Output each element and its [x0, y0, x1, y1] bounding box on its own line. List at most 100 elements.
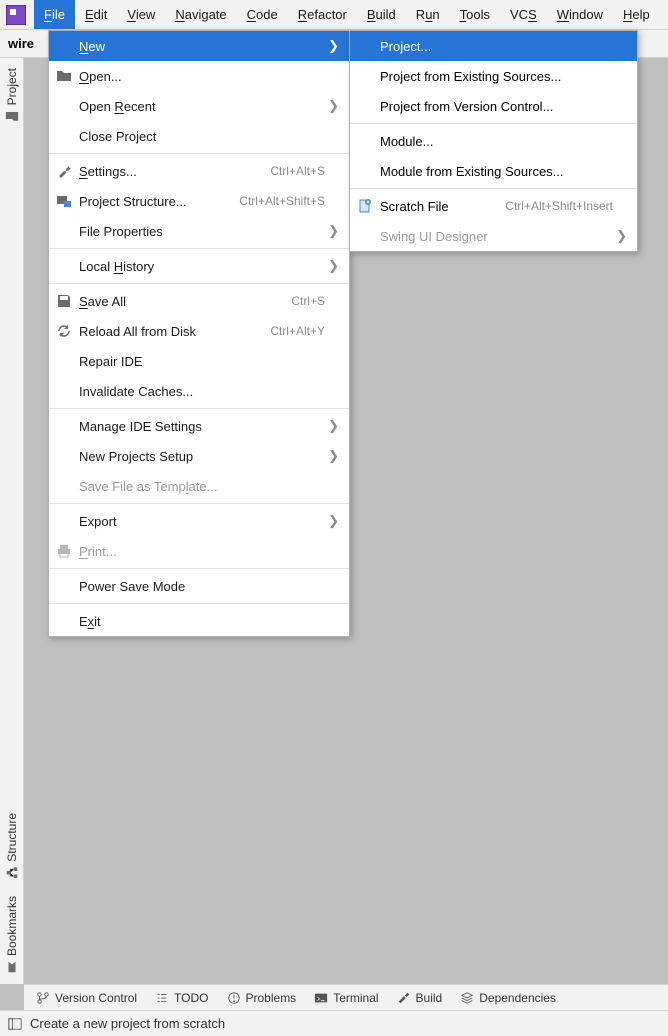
file-menu-label: Print...: [79, 544, 325, 559]
menu-navigate[interactable]: Navigate: [165, 0, 236, 29]
file-menu-shortcut: Ctrl+Alt+S: [270, 164, 325, 178]
new-submenu-item-1[interactable]: Project from Existing Sources...: [350, 61, 637, 91]
toolwindow-bar: Version Control TODO Problems Terminal B…: [24, 984, 668, 1010]
breadcrumb-root[interactable]: wire: [8, 36, 34, 51]
file-menu-shortcut: Ctrl+Alt+Shift+S: [239, 194, 325, 208]
file-menu-item-25[interactable]: Exit: [49, 606, 349, 636]
file-menu-shortcut: Ctrl+Alt+Y: [270, 324, 325, 338]
file-menu-label: Save File as Template...: [79, 479, 325, 494]
status-bar: Create a new project from scratch: [0, 1010, 668, 1036]
file-menu-item-18: Save File as Template...: [49, 471, 349, 501]
scratch-icon: [356, 198, 374, 214]
new-submenu-item-4[interactable]: Module...: [350, 126, 637, 156]
file-menu-label: Export: [79, 514, 325, 529]
file-menu-item-16[interactable]: Manage IDE Settings❯: [49, 411, 349, 441]
toolwindow-terminal[interactable]: Terminal: [314, 991, 378, 1005]
file-menu-label: Power Save Mode: [79, 579, 325, 594]
new-submenu-item-7[interactable]: Scratch File Ctrl+Alt+Shift+Insert: [350, 191, 637, 221]
file-menu-label: Reload All from Disk: [79, 324, 262, 339]
chevron-right-icon: ❯: [325, 258, 339, 274]
menu-help[interactable]: Help: [613, 0, 660, 29]
terminal-icon: [314, 991, 328, 1005]
new-submenu-label: Scratch File: [380, 199, 497, 214]
chevron-right-icon: ❯: [325, 418, 339, 434]
file-menu-item-5[interactable]: Settings... Ctrl+Alt+S: [49, 156, 349, 186]
new-submenu-label: Module from Existing Sources...: [380, 164, 613, 179]
file-menu-label: Open...: [79, 69, 325, 84]
menu-build[interactable]: Build: [357, 0, 406, 29]
new-submenu-separator: [350, 188, 637, 189]
file-menu-shortcut: Ctrl+S: [291, 294, 325, 308]
warn-icon: [227, 991, 241, 1005]
menu-view[interactable]: View: [117, 0, 165, 29]
sidebar-tab-structure[interactable]: Structure: [5, 813, 19, 880]
file-menu-item-7[interactable]: File Properties❯: [49, 216, 349, 246]
file-menu-item-3[interactable]: Close Project: [49, 121, 349, 151]
reload-icon: [55, 323, 73, 339]
folder-icon: [55, 68, 73, 84]
new-submenu-label: Swing UI Designer: [380, 229, 613, 244]
file-menu-separator: [49, 568, 349, 569]
new-submenu-label: Project from Existing Sources...: [380, 69, 613, 84]
file-menu-separator: [49, 603, 349, 604]
toolwindow-build[interactable]: Build: [397, 991, 443, 1005]
file-menu-label: Project Structure...: [79, 194, 231, 209]
chevron-right-icon: ❯: [325, 448, 339, 464]
file-menu-label: Save All: [79, 294, 283, 309]
menu-tools[interactable]: Tools: [450, 0, 500, 29]
new-submenu-label: Project...: [380, 39, 613, 54]
new-submenu-item-0[interactable]: Project...: [350, 31, 637, 61]
sidebar-tab-project[interactable]: Project: [5, 68, 19, 123]
file-menu-item-23[interactable]: Power Save Mode: [49, 571, 349, 601]
file-menu-label: Settings...: [79, 164, 262, 179]
sidebar-tab-bookmarks[interactable]: Bookmarks: [5, 896, 19, 974]
toolwindow-toggle-icon[interactable]: [8, 1017, 22, 1031]
file-menu-separator: [49, 408, 349, 409]
new-submenu-label: Module...: [380, 134, 613, 149]
hammer-icon: [397, 991, 411, 1005]
wrench-icon: [55, 163, 73, 179]
new-submenu-item-8: Swing UI Designer❯: [350, 221, 637, 251]
new-submenu-shortcut: Ctrl+Alt+Shift+Insert: [505, 199, 613, 213]
toolwindow-todo[interactable]: TODO: [155, 991, 208, 1005]
new-submenu-item-5[interactable]: Module from Existing Sources...: [350, 156, 637, 186]
proj-icon: [55, 193, 73, 209]
file-menu-label: New Projects Setup: [79, 449, 325, 464]
file-menu-separator: [49, 503, 349, 504]
print-icon: [55, 543, 73, 559]
chevron-right-icon: ❯: [325, 38, 339, 54]
toolwindow-dependencies[interactable]: Dependencies: [460, 991, 556, 1005]
menu-code[interactable]: Code: [237, 0, 288, 29]
chevron-right-icon: ❯: [325, 513, 339, 529]
status-text: Create a new project from scratch: [30, 1016, 225, 1031]
menu-file[interactable]: File: [34, 0, 75, 29]
file-menu-item-6[interactable]: Project Structure... Ctrl+Alt+Shift+S: [49, 186, 349, 216]
file-menu-item-12[interactable]: Reload All from Disk Ctrl+Alt+Y: [49, 316, 349, 346]
bookmark-icon: [5, 960, 19, 974]
toolwindow-problems[interactable]: Problems: [227, 991, 297, 1005]
new-submenu-separator: [350, 123, 637, 124]
toolwindow-version-control[interactable]: Version Control: [36, 991, 137, 1005]
file-menu-item-14[interactable]: Invalidate Caches...: [49, 376, 349, 406]
file-menu-item-0[interactable]: New❯: [49, 31, 349, 61]
file-menu-item-1[interactable]: Open...: [49, 61, 349, 91]
file-menu-item-13[interactable]: Repair IDE: [49, 346, 349, 376]
menu-vcs[interactable]: VCS: [500, 0, 547, 29]
file-menu-separator: [49, 153, 349, 154]
menu-edit[interactable]: Edit: [75, 0, 117, 29]
file-menu-item-20[interactable]: Export❯: [49, 506, 349, 536]
menu-refactor[interactable]: Refactor: [288, 0, 357, 29]
file-menu-item-17[interactable]: New Projects Setup❯: [49, 441, 349, 471]
file-menu-item-21: Print...: [49, 536, 349, 566]
file-menu-item-9[interactable]: Local History❯: [49, 251, 349, 281]
menu-window[interactable]: Window: [547, 0, 613, 29]
file-menu-label: Close Project: [79, 129, 325, 144]
file-menu-dropdown: New❯ Open... Open Recent❯ Close Project Sett…: [48, 30, 350, 637]
structure-icon: [5, 866, 19, 880]
file-menu-item-2[interactable]: Open Recent❯: [49, 91, 349, 121]
menu-run[interactable]: Run: [406, 0, 450, 29]
file-menu-label: Repair IDE: [79, 354, 325, 369]
file-menu-item-11[interactable]: Save All Ctrl+S: [49, 286, 349, 316]
file-menu-separator: [49, 248, 349, 249]
new-submenu-item-2[interactable]: Project from Version Control...: [350, 91, 637, 121]
